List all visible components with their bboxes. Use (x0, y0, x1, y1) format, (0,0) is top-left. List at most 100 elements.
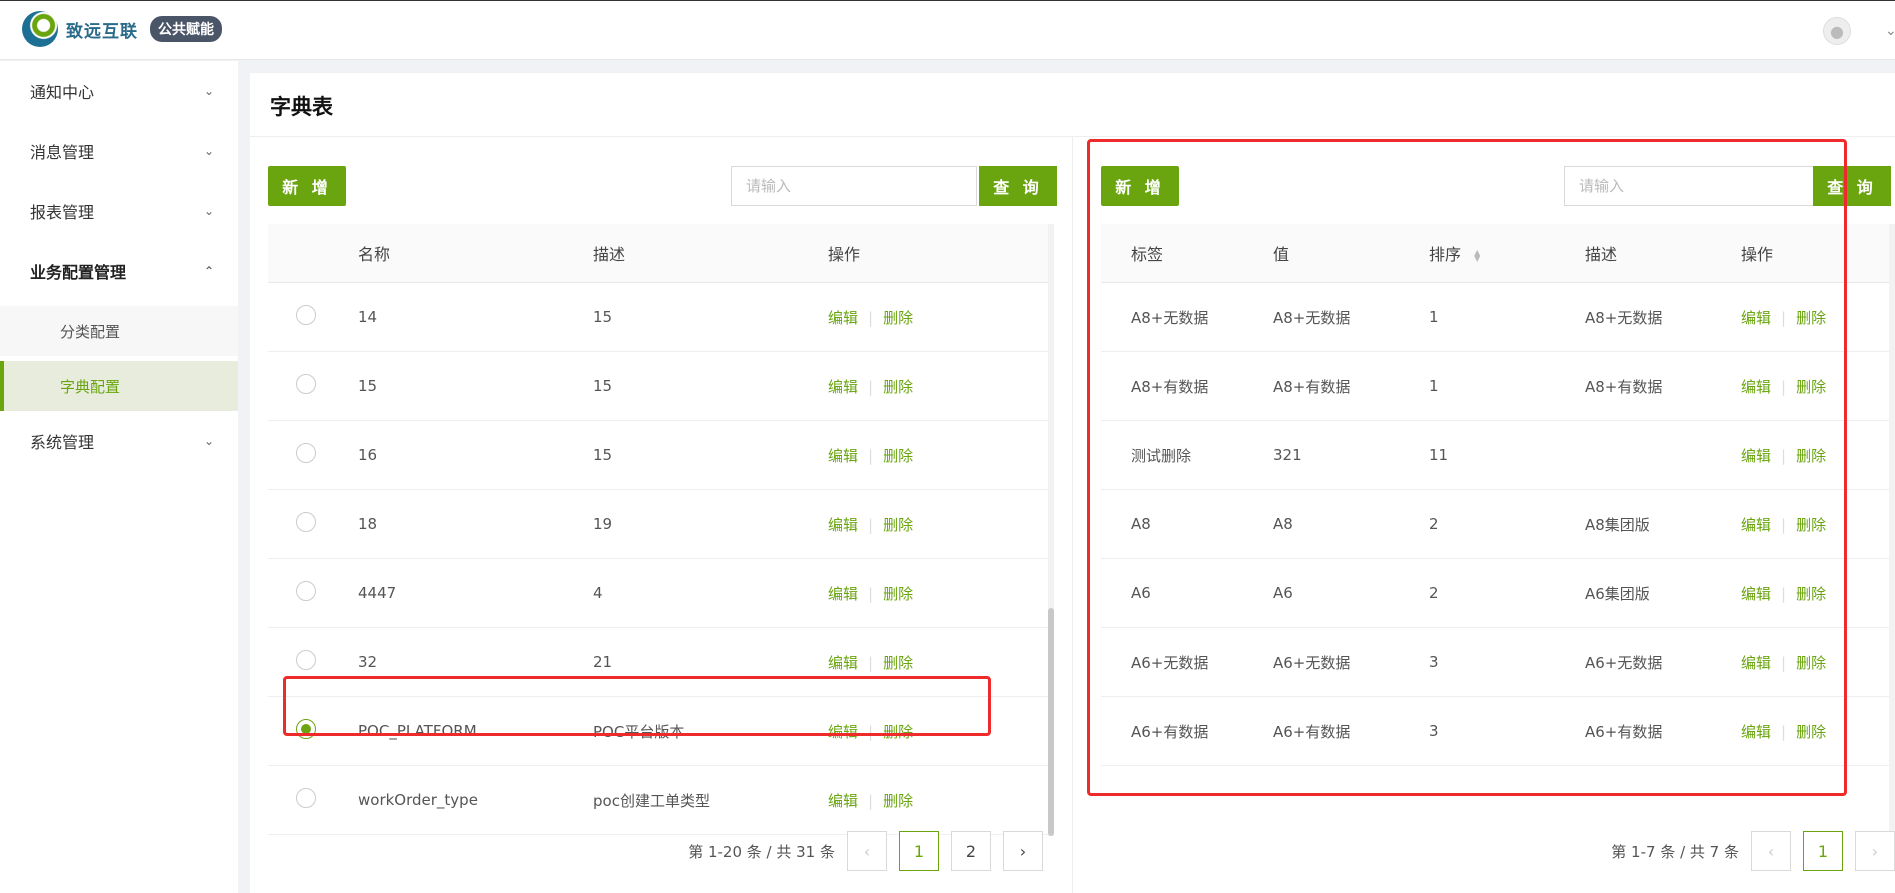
chevron-down-icon: ⌄ (203, 434, 214, 448)
delete-link[interactable]: 删除 (883, 378, 913, 396)
column-header-actions: 操作 (1741, 245, 1774, 264)
cell-description: 19 (593, 515, 613, 533)
delete-link[interactable]: 删除 (883, 585, 913, 603)
table-row[interactable]: 16 15 编辑 | 删除 (268, 421, 1054, 490)
sidebar-item-messages[interactable]: 消息管理 ⌄ (0, 121, 238, 181)
cell-label: A6+有数据 (1131, 722, 1209, 741)
next-page-button[interactable]: › (1003, 831, 1043, 871)
delete-link[interactable]: 删除 (1796, 309, 1826, 327)
left-pagination: 第 1-20 条 / 共 31 条 ‹ 1 2 › (688, 831, 1043, 871)
table-row[interactable]: 18 19 编辑 | 删除 (268, 490, 1054, 559)
edit-link[interactable]: 编辑 (828, 447, 858, 465)
edit-link[interactable]: 编辑 (828, 723, 858, 741)
sidebar-item-notifications[interactable]: 通知中心 ⌄ (0, 61, 238, 121)
right-add-button[interactable]: 新 增 (1101, 166, 1179, 206)
prev-page-button[interactable]: ‹ (1751, 831, 1791, 871)
edit-link[interactable]: 编辑 (828, 585, 858, 603)
cell-sort: 3 (1429, 653, 1439, 671)
sidebar-subitem-category-config[interactable]: 分类配置 (0, 306, 238, 356)
cell-value: A8+无数据 (1273, 308, 1351, 327)
column-header-sort[interactable]: 排序 ▲ ▼ (1429, 241, 1585, 265)
delete-link[interactable]: 删除 (883, 654, 913, 672)
page-1-button[interactable]: 1 (1803, 831, 1843, 871)
delete-link[interactable]: 删除 (1796, 723, 1826, 741)
user-icon: ● (1830, 21, 1844, 41)
cell-name: POC_PLATFORM (358, 722, 477, 740)
edit-link[interactable]: 编辑 (828, 792, 858, 810)
right-search-input[interactable] (1564, 166, 1814, 206)
edit-link[interactable]: 编辑 (1741, 654, 1771, 672)
table-row[interactable]: 15 15 编辑 | 删除 (268, 352, 1054, 421)
delete-link[interactable]: 删除 (1796, 378, 1826, 396)
edit-link[interactable]: 编辑 (1741, 309, 1771, 327)
edit-link[interactable]: 编辑 (1741, 378, 1771, 396)
left-add-button[interactable]: 新 增 (268, 166, 346, 206)
edit-link[interactable]: 编辑 (1741, 516, 1771, 534)
row-radio[interactable] (296, 512, 316, 532)
table-row[interactable]: 4447 4 编辑 | 删除 (268, 559, 1054, 628)
column-header-description: 描述 (593, 245, 626, 264)
main-content: 字典表 新 增 查 询 名称 描述 操作 1415编辑|删除1515编辑|删除1… (250, 73, 1895, 893)
action-separator: | (1781, 515, 1787, 534)
action-separator: | (1781, 584, 1787, 603)
delete-link[interactable]: 删除 (1796, 447, 1826, 465)
sidebar-item-system[interactable]: 系统管理 ⌄ (0, 411, 238, 471)
delete-link[interactable]: 删除 (883, 447, 913, 465)
row-radio[interactable] (296, 305, 316, 325)
brand-logo[interactable]: 致远互联 公共赋能 (22, 11, 222, 47)
column-header-description: 描述 (1585, 245, 1618, 264)
delete-link[interactable]: 删除 (883, 309, 913, 327)
user-menu-chevron-icon[interactable]: ⌄ (1885, 23, 1895, 39)
table-row: A6 A6 2 A6集团版 编辑 | 删除 (1101, 559, 1891, 628)
page-1-button[interactable]: 1 (899, 831, 939, 871)
cell-description: POC平台版本 (593, 722, 685, 741)
left-search-input[interactable] (731, 166, 977, 206)
edit-link[interactable]: 编辑 (828, 654, 858, 672)
next-page-button[interactable]: › (1855, 831, 1895, 871)
right-query-button[interactable]: 查 询 (1813, 166, 1891, 206)
row-radio[interactable] (296, 788, 316, 808)
edit-link[interactable]: 编辑 (828, 309, 858, 327)
cell-name: 15 (358, 377, 378, 395)
delete-link[interactable]: 删除 (1796, 516, 1826, 534)
left-query-button[interactable]: 查 询 (979, 166, 1057, 206)
cell-description: A8+无数据 (1585, 308, 1663, 327)
right-table-body: A8+无数据 A8+无数据 1 A8+无数据 编辑 | 删除 A8+有数据 A8+有数据 1 A8+… (1101, 283, 1891, 766)
action-separator: | (868, 308, 874, 327)
top-bar: 致远互联 公共赋能 ● ⌄ (0, 0, 1895, 60)
row-radio[interactable] (296, 374, 316, 394)
table-row[interactable]: 32 21 编辑 | 删除 (268, 628, 1054, 697)
table-row[interactable]: POC_PLATFORM POC平台版本 编辑 | 删除 (268, 697, 1054, 766)
delete-link[interactable]: 删除 (883, 723, 913, 741)
right-scrollbar[interactable] (1889, 224, 1895, 836)
row-radio[interactable] (296, 650, 316, 670)
edit-link[interactable]: 编辑 (1741, 447, 1771, 465)
edit-link[interactable]: 编辑 (828, 516, 858, 534)
sidebar: 通知中心 ⌄ 消息管理 ⌄ 报表管理 ⌄ 业务配置管理 ⌃ 分类配置 字典配置 … (0, 61, 238, 893)
table-row[interactable]: workOrder_type poc创建工单类型 编辑 | 删除 (268, 766, 1054, 835)
sidebar-item-reports[interactable]: 报表管理 ⌄ (0, 181, 238, 241)
edit-link[interactable]: 编辑 (1741, 723, 1771, 741)
row-radio[interactable] (296, 581, 316, 601)
edit-link[interactable]: 编辑 (828, 378, 858, 396)
sidebar-item-business-config[interactable]: 业务配置管理 ⌃ (0, 241, 238, 301)
cell-value: A8+有数据 (1273, 377, 1351, 396)
edit-link[interactable]: 编辑 (1741, 585, 1771, 603)
delete-link[interactable]: 删除 (1796, 654, 1826, 672)
action-separator: | (1781, 653, 1787, 672)
sidebar-subitem-dictionary-config[interactable]: 字典配置 (0, 361, 238, 411)
sidebar-item-label: 通知中心 (30, 83, 95, 102)
delete-link[interactable]: 删除 (883, 792, 913, 810)
cell-label: A6+无数据 (1131, 653, 1209, 672)
row-radio[interactable] (296, 719, 316, 739)
table-row[interactable]: 14 15 编辑 | 删除 (268, 283, 1054, 352)
panel-divider (1072, 137, 1073, 893)
user-avatar[interactable]: ● (1823, 17, 1851, 45)
delete-link[interactable]: 删除 (1796, 585, 1826, 603)
left-scrollbar-thumb[interactable] (1048, 608, 1054, 836)
delete-link[interactable]: 删除 (883, 516, 913, 534)
row-radio[interactable] (296, 443, 316, 463)
sort-icon[interactable]: ▲ ▼ (1474, 248, 1480, 262)
prev-page-button[interactable]: ‹ (847, 831, 887, 871)
page-2-button[interactable]: 2 (951, 831, 991, 871)
